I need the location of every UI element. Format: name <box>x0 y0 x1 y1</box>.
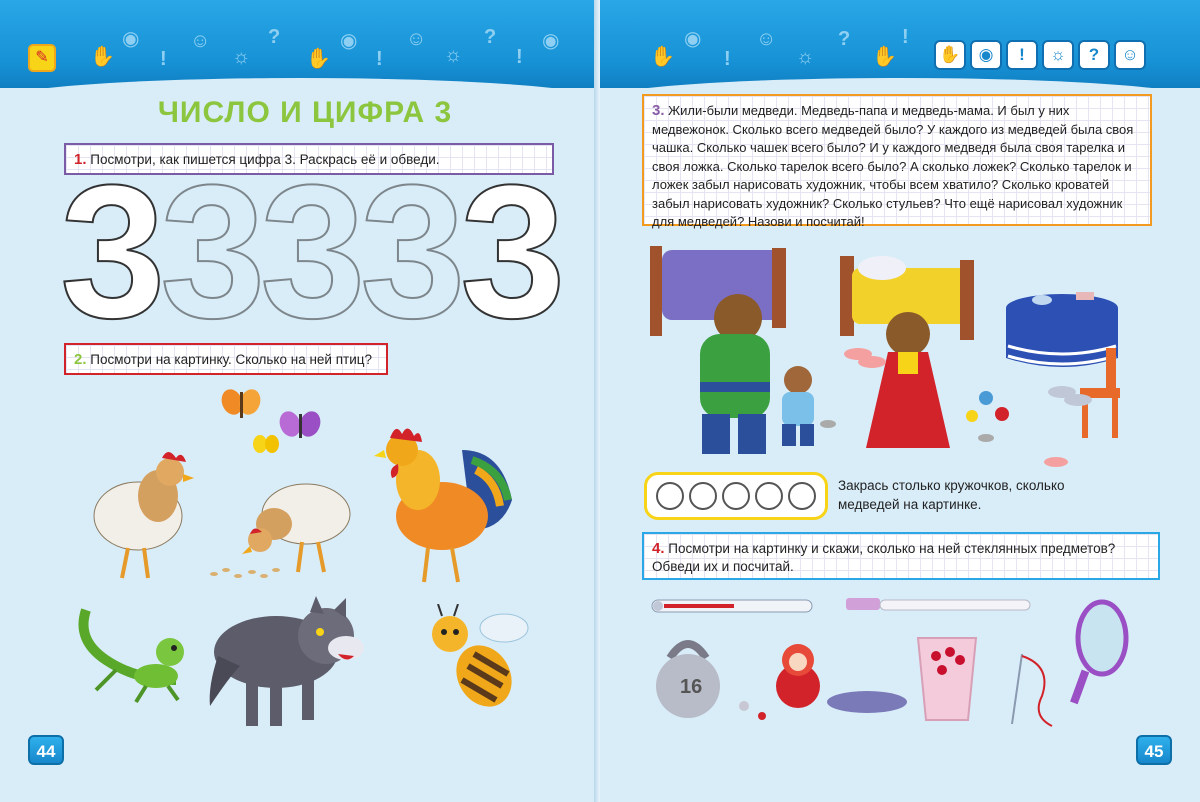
digit-solid[interactable]: 3 <box>459 156 567 348</box>
puck-illustration <box>827 691 907 713</box>
page-number: 45 <box>1136 735 1172 765</box>
hand-icon: ✋ <box>306 48 331 70</box>
answer-circle[interactable] <box>688 482 717 510</box>
digit-dotted[interactable]: 3 <box>259 156 367 348</box>
decorative-icons: ✋ ◉ ! ☺ ☼ ? ✋ ◉ ! ☺ ☼ ? ! ◉ <box>70 26 590 70</box>
baby-bear <box>782 366 814 446</box>
digit-tracing-row: 3 3 3 3 3 <box>59 156 567 348</box>
sun-icon: ☼ <box>444 44 463 66</box>
question-icon: ? <box>484 26 497 48</box>
eye-icon: ◉ <box>122 28 140 50</box>
hand-icon: ✋ <box>90 46 115 68</box>
sun-icon: ☼ <box>1042 40 1074 70</box>
mouse <box>978 434 994 442</box>
question-icon: ? <box>268 26 281 48</box>
thinking-person-icon: ☺ <box>1114 40 1146 70</box>
lizard-illustration <box>78 608 184 704</box>
butterfly-yellow <box>253 435 279 453</box>
digit-dotted[interactable]: 3 <box>159 156 267 348</box>
exclamation-icon: ! <box>516 46 523 68</box>
task-4-number: 4. <box>652 540 665 557</box>
person-icon: ☺ <box>406 28 427 50</box>
task-2-text: Посмотри на картинку. Сколько на ней пти… <box>90 352 372 367</box>
mirror-illustration <box>1070 599 1129 705</box>
answer-circle[interactable] <box>721 482 750 510</box>
eye-icon: ◉ <box>340 30 358 52</box>
butterfly-orange <box>221 389 261 418</box>
task-3-text: Жили-были медведи. Медведь-папа и медвед… <box>652 103 1134 229</box>
needle-and-thread-illustration <box>1011 653 1053 727</box>
question-icon: ? <box>1078 40 1110 70</box>
publisher-logo-icon: ✎ <box>28 44 56 72</box>
sun-icon: ☼ <box>796 46 815 68</box>
glass-with-berries-illustration <box>916 637 978 721</box>
ball <box>995 407 1009 421</box>
thermometer-illustration <box>651 599 813 613</box>
person-icon: ☺ <box>756 28 777 50</box>
slippers <box>1064 394 1092 406</box>
left-page: ✋ ◉ ! ☺ ☼ ? ✋ ◉ ! ☺ ☼ ? ! ◉ ✎ ЧИСЛО И ЦИ… <box>0 0 600 802</box>
digit-dotted[interactable]: 3 <box>359 156 467 348</box>
task-3-number: 3. <box>652 102 665 119</box>
table <box>1006 292 1118 367</box>
ball <box>966 410 978 422</box>
task-2-box: 2. Посмотри на картинку. Сколько на ней … <box>64 343 388 375</box>
person-icon: ☺ <box>190 30 211 52</box>
right-page: ✋ ◉ ! ☺ ☼ ? ✋ ! ✋ ◉ ! ☼ ? ☺ 3. Жили-были… <box>600 0 1200 802</box>
answer-circle[interactable] <box>755 482 784 510</box>
rooster-illustration <box>374 428 512 583</box>
seeds-illustration <box>210 568 280 578</box>
bears-scene-illustration <box>650 246 1120 467</box>
digit-solid[interactable]: 3 <box>59 156 167 348</box>
eye-icon: ◉ <box>970 40 1002 70</box>
answer-circle[interactable] <box>655 482 684 510</box>
mouse <box>820 420 836 428</box>
butterflies-illustration <box>221 389 321 453</box>
hand-icon: ✋ <box>650 46 675 68</box>
task-3-box: 3. Жили-были медведи. Медведь-папа и мед… <box>642 94 1152 229</box>
ball <box>979 391 993 405</box>
exclamation-icon: ! <box>1006 40 1038 70</box>
sun-icon: ☼ <box>232 46 251 68</box>
page-number: 44 <box>28 735 64 765</box>
butterfly-purple <box>279 411 321 438</box>
exclamation-icon: ! <box>902 26 909 48</box>
roly-poly-doll-illustration <box>776 644 820 708</box>
task-4-text: Посмотри на картинку и скажи, сколько на… <box>652 541 1116 574</box>
exclamation-icon: ! <box>376 48 383 70</box>
task-2-number: 2. <box>74 351 87 368</box>
answer-circle[interactable] <box>788 482 817 510</box>
hen-illustration <box>93 452 194 579</box>
page-title: ЧИСЛО И ЦИФРА 3 <box>157 96 453 129</box>
decorative-icons: ✋ ◉ ! ☺ ☼ ? ✋ ! <box>640 26 930 70</box>
wolf-illustration <box>209 596 364 726</box>
hand-icon: ✋ <box>934 40 966 70</box>
slippers <box>844 348 872 360</box>
kettlebell-weight-label: 16 <box>680 676 703 698</box>
circles-answer-box <box>644 472 828 520</box>
hand-icon: ✋ <box>872 46 897 68</box>
color-instruction: Закрась столько кружочков, сколько медве… <box>838 478 1065 512</box>
eye-icon: ◉ <box>542 30 560 52</box>
slippers <box>1044 457 1068 467</box>
question-icon: ? <box>838 28 851 50</box>
eye-icon: ◉ <box>684 28 702 50</box>
task-4-box: 4. Посмотри на картинку и скажи, сколько… <box>642 532 1160 580</box>
bee-illustration <box>432 604 529 707</box>
exclamation-icon: ! <box>724 48 731 70</box>
activity-icons-row: ✋ ◉ ! ☼ ? ☺ <box>934 40 1146 70</box>
exclamation-icon: ! <box>160 48 167 70</box>
header-band: ✋ ◉ ! ☺ ☼ ? ✋ ◉ ! ☺ ☼ ? ! ◉ <box>0 0 600 100</box>
toothbrush-illustration <box>846 598 1031 611</box>
mama-bear <box>866 312 950 448</box>
